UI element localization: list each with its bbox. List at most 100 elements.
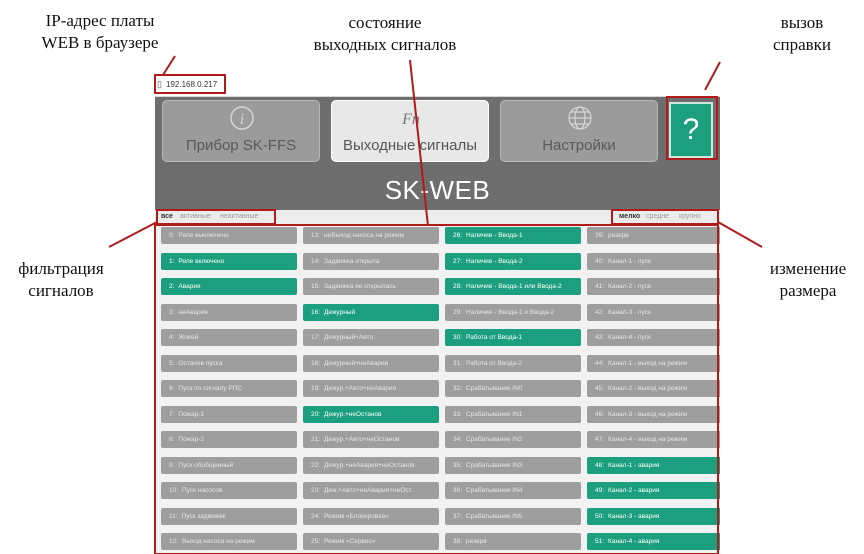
signal-cell: 14: Задвижка открыта: [303, 252, 439, 270]
signal-cell: 51: Канал-4 - авария: [587, 533, 720, 550]
signal-label: Дежурный+Авто: [324, 334, 374, 341]
signal-number: 6:: [169, 385, 175, 392]
signal-cell: 37: Срабатывание IN5: [445, 507, 581, 525]
signal-cell: 19: Дежур.+Авто+неАвария: [303, 380, 439, 397]
signal-cell: 49: Канал-2 - авария: [587, 482, 720, 499]
callout-ip-address: IP-адрес платы WEB в браузере: [41, 11, 159, 52]
signal-cell: 39: резерв: [587, 227, 720, 244]
signal-cell: 42: Канал-3 - пуск: [587, 303, 720, 321]
signal-cell: 8: Пожар-2: [161, 431, 297, 448]
signal-number: 1:: [169, 257, 175, 265]
browser-address-bar[interactable]: ▯ 192.168.0.217: [155, 74, 720, 97]
signal-label: Выход насоса на режим: [182, 538, 255, 545]
filter-all[interactable]: все: [161, 213, 173, 220]
filter-inactive[interactable]: неактивные: [220, 213, 258, 220]
signal-number: 25:: [311, 538, 321, 545]
help-button[interactable]: ?: [669, 102, 713, 158]
signal-label: Срабатывание IN3: [466, 461, 523, 469]
callout-output-state: состояние выходных сигналов: [313, 13, 457, 54]
signal-number: 17:: [311, 334, 321, 341]
signal-cell: 10: Пуск насосов: [161, 482, 297, 499]
signal-label: Канал-2 - пуск: [608, 283, 651, 290]
signal-cell: 16: Дежурный: [303, 303, 439, 321]
signal-label: Канал-1 - пуск: [608, 257, 651, 265]
signal-cell: 38: резерв: [445, 533, 581, 550]
signal-label: Дежур.+неАвария+неОстанов: [324, 461, 415, 469]
signal-cell: 29: Наличие - Ввода-1 и Ввода-2: [445, 303, 581, 321]
size-large[interactable]: крупно: [679, 213, 701, 220]
signal-label: Задвижка не открылась: [324, 283, 396, 290]
signal-label: Пуск задвижек: [181, 512, 226, 520]
fn-icon: Fn: [401, 111, 420, 128]
signal-cell: 35: Срабатывание IN3: [445, 456, 581, 474]
signal-number: 23:: [311, 487, 321, 494]
signal-number: 26:: [453, 232, 463, 239]
size-medium[interactable]: средне: [646, 213, 669, 220]
signal-label: Реле включено: [178, 257, 225, 265]
signal-label: Авария: [178, 283, 201, 290]
signal-cell: 28: Наличие - Ввода-1 или Ввода-2: [445, 278, 581, 295]
signal-label: Дежур.+неОстанов: [324, 410, 382, 418]
outputs-button[interactable]: Fn Выходные сигналы: [331, 100, 489, 162]
signal-cell: 20: Дежур.+неОстанов: [303, 405, 439, 423]
signal-cell: 24: Режим «Блокировка»: [303, 507, 439, 525]
signal-cell: 23: Деж.+Авто+неАвария+неОст.: [303, 482, 439, 499]
signal-number: 21:: [311, 436, 321, 443]
settings-button-label: Настройки: [542, 137, 616, 154]
signal-number: 22:: [311, 461, 321, 469]
signal-label: Канал-2 - авария: [608, 487, 660, 494]
signal-number: 48:: [595, 461, 605, 469]
signals-grid: 0: Реле выключено 1: Реле включено 2: Авария 3…: [155, 224, 720, 554]
signal-cell: 6: Пуск по сигналу РПС: [161, 380, 297, 397]
size-leader-line: [717, 221, 763, 248]
sk-web-app: i Прибор SK-FFS Fn Выходные сигналы Наст…: [155, 97, 720, 554]
signal-number: 39:: [595, 232, 605, 239]
signal-cell: 48: Канал-1 - авария: [587, 456, 720, 474]
url-text[interactable]: 192.168.0.217: [166, 80, 217, 89]
signal-cell: 45: Канал-2 - выход на режим: [587, 380, 720, 397]
signal-label: Канал-2 - выход на режим: [608, 385, 687, 392]
size-small[interactable]: мелко: [619, 213, 640, 220]
signal-number: 9:: [169, 461, 175, 469]
signal-number: 40:: [595, 257, 605, 265]
signal-number: 18:: [311, 359, 321, 367]
filter-size-bar: все активные неактивные мелко средне кру…: [155, 210, 720, 224]
callout-filtering: фильтрация сигналов: [18, 259, 104, 300]
signal-label: Дежурный: [324, 308, 356, 316]
signal-number: 42:: [595, 308, 605, 316]
signal-cell: 46: Канал-3 - выход на режим: [587, 405, 720, 423]
svg-text:i: i: [240, 111, 244, 128]
signal-number: 11:: [169, 512, 178, 520]
signal-label: Наличие - Ввода-1 и Ввода-2: [466, 308, 555, 316]
signal-number: 20:: [311, 410, 321, 418]
signal-number: 49:: [595, 487, 605, 494]
signal-label: Канал-3 - авария: [608, 512, 660, 520]
signal-number: 33:: [453, 410, 463, 418]
signal-cell: 21: Дежур.+Авто+неОстанов: [303, 431, 439, 448]
settings-button[interactable]: Настройки: [500, 100, 658, 162]
signal-cell: 13: неВыход насоса на режим: [303, 227, 439, 244]
signal-number: 37:: [453, 512, 463, 520]
signal-label: Срабатывание IN5: [466, 512, 523, 520]
globe-icon: [568, 106, 592, 130]
signal-label: Задвижка открыта: [324, 257, 380, 265]
filter-active[interactable]: активные: [180, 213, 211, 220]
signal-label: неВыход насоса на режим: [324, 232, 404, 239]
device-button[interactable]: i Прибор SK-FFS: [162, 100, 320, 162]
fn-glyph: Fn: [401, 111, 420, 128]
signal-label: Срабатывание IN1: [466, 410, 523, 418]
signal-label: Канал-3 - выход на режим: [608, 410, 687, 418]
signal-cell: 22: Дежур.+неАвария+неОстанов: [303, 456, 439, 474]
signal-label: Работа от Ввода-1: [466, 334, 522, 341]
signal-label: Пожар-2: [178, 436, 204, 443]
signal-label: Пуск по сигналу РПС: [178, 385, 243, 392]
signal-number: 14:: [311, 257, 321, 265]
url-leader-line: [162, 55, 176, 76]
signal-number: 24:: [311, 512, 321, 520]
signal-label: Реле выключено: [178, 232, 229, 239]
signal-cell: 18: Дежурный+неАвария: [303, 354, 439, 372]
signal-cell: 47: Канал-4 - выход на режим: [587, 431, 720, 448]
signal-label: Наличие - Ввода-1: [466, 232, 523, 239]
signal-number: 29:: [453, 308, 463, 316]
signal-cell: 36: Срабатывание IN4: [445, 482, 581, 499]
